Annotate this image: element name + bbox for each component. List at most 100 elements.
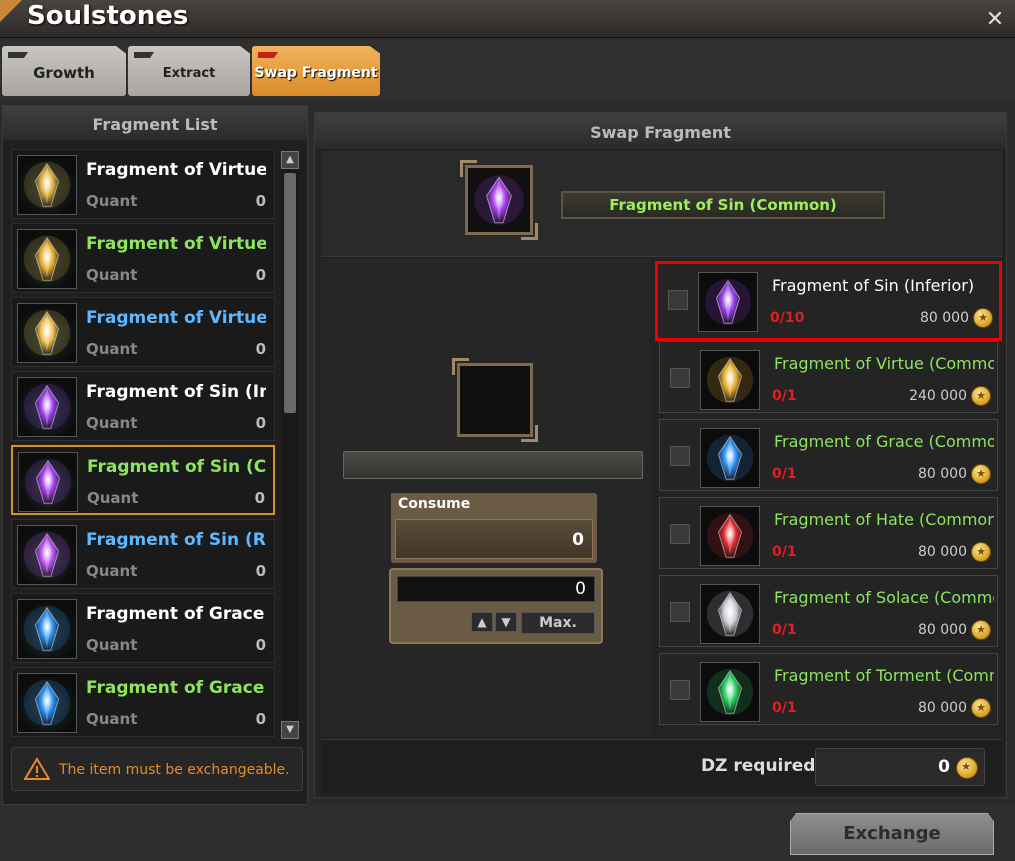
fragment-quantity-label: Quantity (86, 266, 138, 284)
coin-icon (971, 464, 991, 484)
option-name: Fragment of Grace (Common) (774, 432, 994, 451)
decrease-icon[interactable]: ▼ (495, 612, 517, 632)
option-name: Fragment of Hate (Common) (774, 510, 994, 529)
option-count: 0/1 (772, 700, 797, 716)
fragment-list-item[interactable]: Fragment of Sin (Inferior) Quantity 0 (11, 371, 275, 441)
option-checkbox[interactable] (670, 602, 690, 622)
notice-text: The item must be exchangeable. (59, 762, 290, 778)
sin-gem-icon (474, 175, 524, 225)
scroll-thumb[interactable] (284, 173, 296, 413)
fragment-name: Fragment of Grace (Inferior) (86, 604, 266, 624)
option-checkbox[interactable] (670, 368, 690, 388)
quantity-input[interactable]: 0 (397, 576, 595, 602)
fragment-name: Fragment of Grace (Common) (86, 678, 266, 698)
fragment-gem-icon (17, 377, 77, 437)
swap-option[interactable]: Fragment of Virtue (Common) 0/1 240 000 (659, 341, 998, 413)
fragment-list-item[interactable]: Fragment of Virtue (Refined) Quantity 0 (11, 297, 275, 367)
fragment-list-item[interactable]: Fragment of Sin (Common) Quantity 0 (11, 445, 275, 515)
option-cost: 240 000 (909, 388, 967, 404)
close-icon[interactable]: ✕ (983, 8, 1007, 32)
exchange-notice: The item must be exchangeable. (11, 747, 303, 791)
option-name: Fragment of Torment (Common) (774, 666, 994, 685)
coin-icon (973, 308, 993, 328)
fragment-list-item[interactable]: Fragment of Virtue (Common) Quantity 0 (11, 223, 275, 293)
swap-option[interactable]: Fragment of Sin (Inferior) 0/10 80 000 (655, 261, 1002, 341)
option-name: Fragment of Virtue (Common) (774, 354, 994, 373)
fragment-quantity-label: Quantity (86, 340, 138, 358)
swap-option[interactable]: Fragment of Torment (Common) 0/1 80 000 (659, 653, 998, 725)
option-cost: 80 000 (918, 700, 967, 716)
fragment-list-item[interactable]: Fragment of Grace (Inferior) Quantity 0 (11, 593, 275, 663)
tab-label: Growth (33, 64, 95, 82)
material-slot[interactable] (452, 358, 538, 442)
option-count: 0/1 (772, 544, 797, 560)
option-cost: 80 000 (918, 544, 967, 560)
fragment-name: Fragment of Sin (Common) (87, 457, 267, 477)
fragment-quantity-value: 0 (255, 340, 266, 358)
fragment-name: Fragment of Sin (Inferior) (86, 382, 266, 402)
tab-extract-fragment[interactable]: Extract Fragment (128, 46, 250, 96)
tab-growth[interactable]: Growth (2, 46, 126, 96)
dz-required-box: 0 (815, 748, 985, 786)
option-checkbox[interactable] (670, 446, 690, 466)
fragment-quantity-value: 0 (254, 489, 265, 507)
swap-option[interactable]: Fragment of Solace (Common) 0/1 80 000 (659, 575, 998, 647)
consume-box: Consume 0 (391, 493, 597, 563)
increase-icon[interactable]: ▲ (471, 612, 493, 632)
exchange-button[interactable]: Exchange (790, 813, 994, 855)
fragment-quantity-value: 0 (255, 192, 266, 210)
fragment-name: Fragment of Virtue (Refined) (86, 308, 266, 328)
dz-required-label: DZ required (701, 756, 816, 776)
soulstones-window: Soulstones ✕ Growth Extract Fragment Swa… (0, 0, 1015, 861)
consume-label: Consume (391, 493, 491, 517)
option-count: 0/10 (770, 310, 805, 326)
tab-flag-icon (258, 52, 278, 58)
swap-fragment-panel: Swap Fragment Fragment of Sin (Common) C… (314, 112, 1007, 798)
fragment-gem-icon (17, 599, 77, 659)
max-button[interactable]: Max. (521, 612, 595, 634)
swap-option[interactable]: Fragment of Grace (Common) 0/1 80 000 (659, 419, 998, 491)
fragment-list: Fragment of Virtue (Inferior)Quantity0Fr… (11, 149, 279, 741)
fragment-list-item[interactable]: Fragment of Virtue (Inferior) Quantity 0 (11, 149, 275, 219)
option-checkbox[interactable] (668, 290, 688, 310)
fragment-gem-icon (17, 303, 77, 363)
coin-icon (971, 542, 991, 562)
material-name-bar (343, 451, 643, 479)
fragment-gem-icon (17, 229, 77, 289)
fragment-quantity-label: Quantity (86, 414, 138, 432)
scroll-up-icon[interactable]: ▲ (281, 151, 299, 169)
fragment-quantity-value: 0 (255, 266, 266, 284)
target-section: Fragment of Sin (Common) (321, 151, 1002, 257)
scroll-down-icon[interactable]: ▼ (281, 721, 299, 739)
option-cost: 80 000 (918, 466, 967, 482)
coin-icon (971, 698, 991, 718)
fragment-quantity-value: 0 (255, 414, 266, 432)
corner-decoration (0, 0, 22, 22)
fragment-gem-icon (17, 155, 77, 215)
fragment-list-item[interactable]: Fragment of Sin (Refined) Quantity 0 (11, 519, 275, 589)
fragment-list-header: Fragment List (3, 106, 307, 140)
option-gem-icon (700, 350, 760, 410)
option-cost: 80 000 (918, 622, 967, 638)
swap-option[interactable]: Fragment of Hate (Common) 0/1 80 000 (659, 497, 998, 569)
fragment-gem-icon (18, 452, 78, 512)
target-name: Fragment of Sin (Common) (561, 191, 885, 219)
footer: Exchange (0, 805, 1015, 861)
fragment-list-item[interactable]: Fragment of Grace (Common) Quantity 0 (11, 667, 275, 737)
tab-flag-icon (134, 52, 154, 58)
fragment-list-panel: Fragment List Fragment of Virtue (Inferi… (2, 105, 308, 805)
option-checkbox[interactable] (670, 524, 690, 544)
fragment-quantity-value: 0 (255, 636, 266, 654)
target-slot[interactable] (460, 160, 538, 240)
fragment-name: Fragment of Virtue (Inferior) (86, 160, 266, 180)
option-gem-icon (700, 428, 760, 488)
option-name: Fragment of Solace (Common) (774, 588, 994, 607)
tab-swap-fragment[interactable]: Swap Fragment (252, 46, 380, 96)
option-checkbox[interactable] (670, 680, 690, 700)
fragment-quantity-value: 0 (255, 562, 266, 580)
fragment-quantity-label: Quantity (86, 562, 138, 580)
dz-coin-icon (956, 757, 978, 779)
coin-icon (971, 620, 991, 640)
fragment-list-scrollbar[interactable]: ▲ ▼ (281, 151, 299, 739)
window-title: Soulstones (27, 1, 189, 31)
